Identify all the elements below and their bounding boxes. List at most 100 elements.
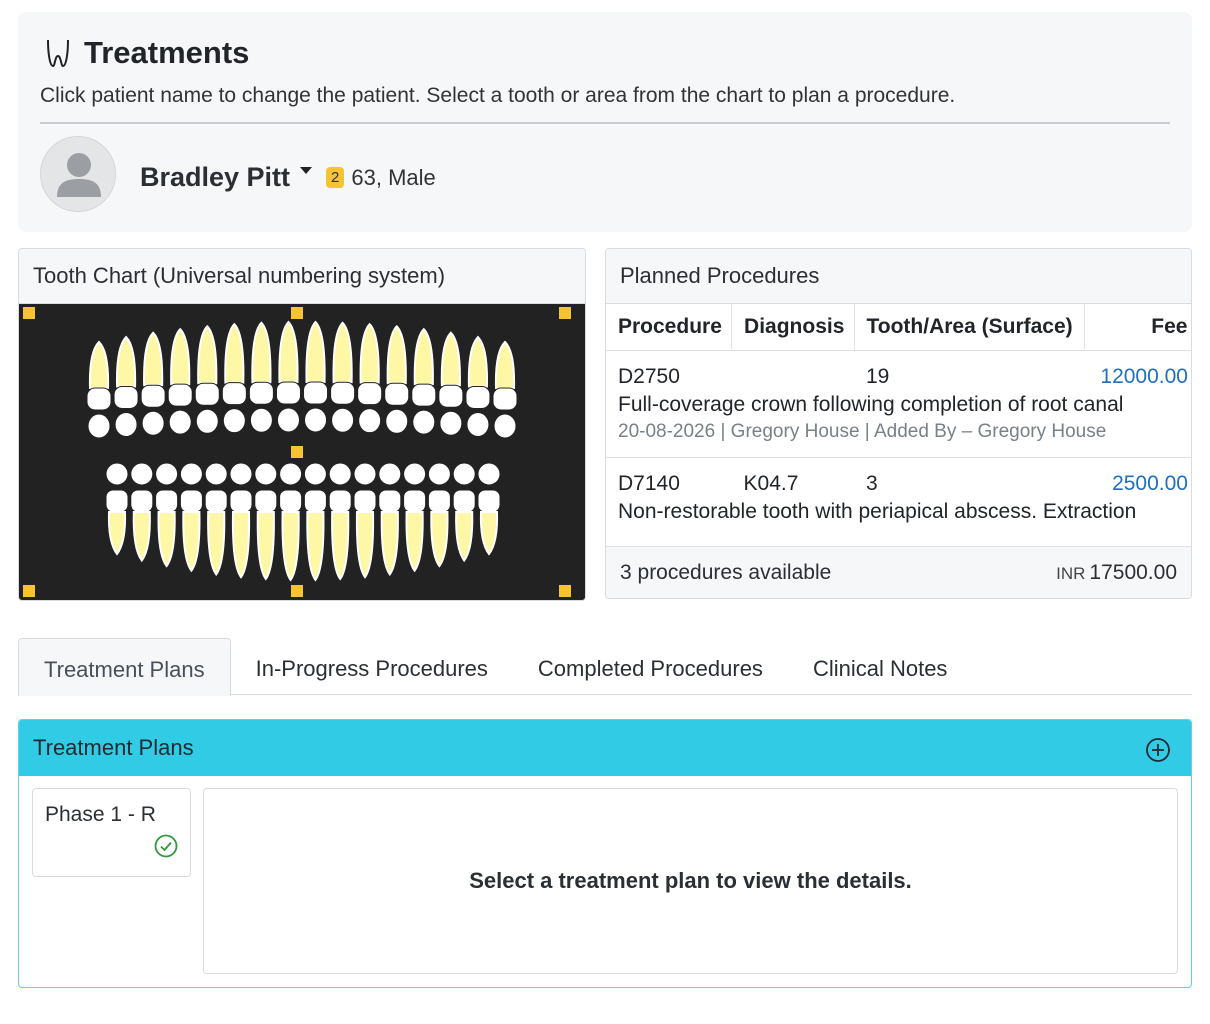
lower-tooth-crown[interactable] <box>179 489 203 513</box>
col-diagnosis[interactable]: Diagnosis <box>731 304 855 351</box>
fee-link[interactable]: 12000.00 <box>1085 350 1191 389</box>
lower-tooth-crown[interactable] <box>303 489 327 513</box>
upper-tooth-crown[interactable] <box>140 384 166 408</box>
upper-tooth-crown[interactable] <box>384 382 410 406</box>
table-row[interactable]: D7140 K04.7 3 2500.00 <box>606 457 1191 496</box>
upper-tooth-occlusal[interactable] <box>87 413 111 439</box>
upper-tooth-crown[interactable] <box>492 387 518 411</box>
selection-handle[interactable] <box>291 585 303 597</box>
upper-tooth-occlusal[interactable] <box>141 410 165 436</box>
upper-tooth-occlusal[interactable] <box>466 412 490 438</box>
lower-tooth-occlusal[interactable] <box>477 462 501 486</box>
upper-tooth-root[interactable] <box>197 324 218 385</box>
lower-tooth-crown[interactable] <box>279 489 303 513</box>
upper-tooth-crown[interactable] <box>248 381 274 405</box>
lower-tooth-root[interactable] <box>256 511 275 581</box>
upper-tooth-occlusal[interactable] <box>276 407 300 433</box>
col-tooth-area[interactable]: Tooth/Area (Surface) <box>854 304 1086 351</box>
lower-tooth-crown[interactable] <box>130 489 154 513</box>
selection-handle[interactable] <box>23 585 35 597</box>
upper-tooth-root[interactable] <box>413 327 434 386</box>
upper-tooth-occlusal[interactable] <box>358 408 382 434</box>
tooth-chart[interactable] <box>19 304 585 600</box>
lower-tooth-root[interactable] <box>380 511 399 577</box>
upper-tooth-crown[interactable] <box>167 383 193 407</box>
upper-tooth-occlusal[interactable] <box>331 407 355 433</box>
lower-tooth-root[interactable] <box>430 511 449 568</box>
upper-tooth-occlusal[interactable] <box>195 408 219 434</box>
upper-tooth-crown[interactable] <box>438 384 464 408</box>
lower-tooth-occlusal[interactable] <box>179 462 203 486</box>
upper-tooth-occlusal[interactable] <box>412 409 436 435</box>
procedures-table-wrap[interactable]: Procedure Diagnosis Tooth/Area (Surface)… <box>606 304 1191 546</box>
fee-value[interactable]: 12000.00 <box>1100 365 1188 388</box>
lower-tooth-occlusal[interactable] <box>130 462 154 486</box>
upper-tooth-crown[interactable] <box>465 386 491 410</box>
upper-tooth-root[interactable] <box>224 322 245 384</box>
lower-tooth-crown[interactable] <box>105 489 129 513</box>
upper-tooth-root[interactable] <box>305 320 326 384</box>
tab-completed-procedures[interactable]: Completed Procedures <box>513 638 788 695</box>
upper-tooth-root[interactable] <box>88 340 110 389</box>
upper-tooth-root[interactable] <box>115 335 137 388</box>
phase-card[interactable]: Phase 1 - R <box>32 788 191 877</box>
fee-value[interactable]: 2500.00 <box>1112 472 1188 495</box>
upper-tooth-occlusal[interactable] <box>385 408 409 434</box>
lower-tooth-crown[interactable] <box>403 489 427 513</box>
lower-tooth-crown[interactable] <box>427 489 451 513</box>
upper-tooth-root[interactable] <box>494 340 516 389</box>
upper-tooth-root[interactable] <box>440 331 461 387</box>
upper-tooth-root[interactable] <box>467 335 489 388</box>
lower-tooth-root[interactable] <box>231 511 251 579</box>
tab-clinical-notes[interactable]: Clinical Notes <box>788 638 973 695</box>
lower-tooth-crown[interactable] <box>452 489 476 513</box>
lower-tooth-root[interactable] <box>455 511 474 563</box>
upper-tooth-occlusal[interactable] <box>493 413 517 439</box>
upper-tooth-root[interactable] <box>386 324 407 385</box>
upper-tooth-crown[interactable] <box>330 381 356 405</box>
upper-tooth-crown[interactable] <box>411 383 437 407</box>
teeth-chart-svg[interactable] <box>19 304 585 600</box>
lower-tooth-crown[interactable] <box>254 489 278 513</box>
lower-tooth-occlusal[interactable] <box>353 462 377 486</box>
upper-tooth-crown[interactable] <box>221 382 247 406</box>
patient-name[interactable]: Bradley Pitt <box>140 162 290 193</box>
lower-tooth-occlusal[interactable] <box>105 462 129 486</box>
upper-tooth-root[interactable] <box>170 327 191 386</box>
upper-tooth-occlusal[interactable] <box>114 412 138 438</box>
col-fee[interactable]: Fee <box>1084 304 1191 351</box>
upper-tooth-occlusal[interactable] <box>222 408 246 434</box>
lower-tooth-occlusal[interactable] <box>427 462 451 486</box>
lower-tooth-root[interactable] <box>355 511 375 579</box>
upper-tooth-root[interactable] <box>278 320 299 384</box>
upper-tooth-crown[interactable] <box>113 386 139 410</box>
lower-tooth-root[interactable] <box>405 511 424 573</box>
upper-tooth-crown[interactable] <box>86 387 112 411</box>
upper-tooth-crown[interactable] <box>275 381 301 405</box>
lower-tooth-occlusal[interactable] <box>155 462 179 486</box>
selection-handle[interactable] <box>291 307 303 319</box>
add-plan-icon[interactable] <box>1145 737 1171 763</box>
lower-tooth-occlusal[interactable] <box>303 462 327 486</box>
lower-tooth-root[interactable] <box>182 511 201 573</box>
upper-tooth-occlusal[interactable] <box>168 409 192 435</box>
selection-handle[interactable] <box>559 307 571 319</box>
lower-tooth-occlusal[interactable] <box>254 462 278 486</box>
upper-tooth-crown[interactable] <box>303 381 329 405</box>
upper-tooth-root[interactable] <box>359 322 380 384</box>
upper-tooth-root[interactable] <box>332 321 353 384</box>
lower-tooth-root[interactable] <box>207 511 226 577</box>
selection-handle[interactable] <box>559 585 571 597</box>
lower-tooth-occlusal[interactable] <box>279 462 303 486</box>
lower-tooth-root[interactable] <box>331 511 350 581</box>
lower-tooth-crown[interactable] <box>204 489 228 513</box>
upper-tooth-crown[interactable] <box>357 382 383 406</box>
tab-treatment-plans[interactable]: Treatment Plans <box>18 638 231 696</box>
lower-tooth-root[interactable] <box>157 511 176 568</box>
upper-tooth-occlusal[interactable] <box>304 407 328 433</box>
lower-tooth-root[interactable] <box>107 511 127 556</box>
lower-tooth-root[interactable] <box>132 511 151 563</box>
caret-down-icon[interactable] <box>300 167 313 174</box>
lower-tooth-crown[interactable] <box>229 489 253 513</box>
selection-handle[interactable] <box>23 307 35 319</box>
